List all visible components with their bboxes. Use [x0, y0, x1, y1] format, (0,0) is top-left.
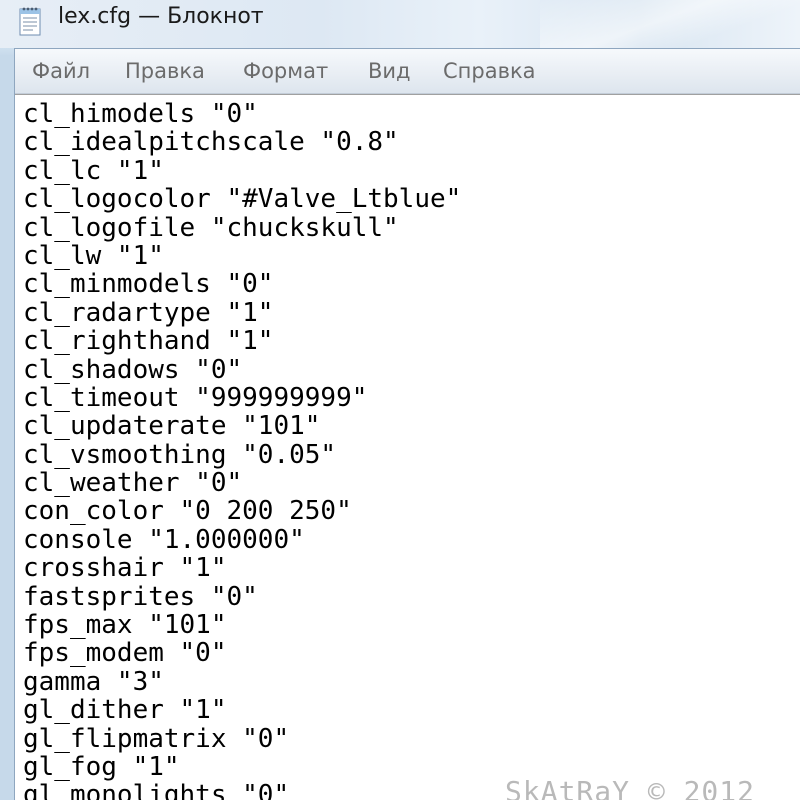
menu-edit[interactable]: Правка — [125, 59, 205, 83]
text-line: cl_radartype "1" — [23, 297, 274, 328]
text-line: cl_righthand "1" — [23, 326, 274, 357]
text-line: cl_lc "1" — [23, 155, 164, 186]
text-line: fastsprites "0" — [23, 581, 258, 612]
text-line: cl_idealpitchscale "0.8" — [23, 127, 399, 158]
watermark: SkAtRaY © 2012 — [505, 775, 756, 800]
text-lines: cl_himodels "0" cl_idealpitchscale "0.8"… — [23, 100, 461, 800]
text-line: cl_lw "1" — [23, 240, 164, 271]
text-line: gl_fog "1" — [23, 751, 180, 782]
text-line: gl_dither "1" — [23, 695, 227, 726]
text-line: cl_logofile "chuckskull" — [23, 212, 399, 243]
text-line: gamma "3" — [23, 666, 164, 697]
text-line: cl_timeout "999999999" — [23, 382, 368, 413]
text-line: fps_max "101" — [23, 610, 227, 641]
notepad-window: lex.cfg — Блокнот Файл Правка Формат Вид… — [0, 0, 800, 800]
menu-format[interactable]: Формат — [243, 59, 328, 83]
menu-file[interactable]: Файл — [32, 59, 90, 83]
title-bar[interactable]: lex.cfg — Блокнот — [0, 0, 800, 48]
text-editor[interactable]: cl_himodels "0" cl_idealpitchscale "0.8"… — [15, 94, 800, 800]
text-line: cl_updaterate "101" — [23, 411, 321, 442]
text-line: cl_vsmoothing "0.05" — [23, 439, 337, 470]
text-line: gl_monolights "0" — [23, 780, 290, 800]
window-frame: Файл Правка Формат Вид Справка cl_himode… — [14, 48, 800, 800]
text-line: cl_weather "0" — [23, 468, 243, 499]
text-line: cl_himodels "0" — [23, 99, 258, 129]
text-line: console "1.000000" — [23, 524, 305, 555]
text-line: gl_flipmatrix "0" — [23, 723, 290, 754]
notepad-icon[interactable] — [18, 6, 42, 36]
text-line: cl_shadows "0" — [23, 354, 243, 385]
text-line: crosshair "1" — [23, 553, 227, 584]
menu-bar: Файл Правка Формат Вид Справка — [15, 49, 800, 94]
text-line: con_color "0 200 250" — [23, 496, 352, 527]
text-line: cl_minmodels "0" — [23, 269, 274, 300]
menu-help[interactable]: Справка — [443, 59, 536, 83]
text-line: cl_logocolor "#Valve_Ltblue" — [23, 184, 462, 215]
menu-view[interactable]: Вид — [368, 59, 411, 83]
window-title: lex.cfg — Блокнот — [58, 4, 264, 29]
text-line: fps_modem "0" — [23, 638, 227, 669]
